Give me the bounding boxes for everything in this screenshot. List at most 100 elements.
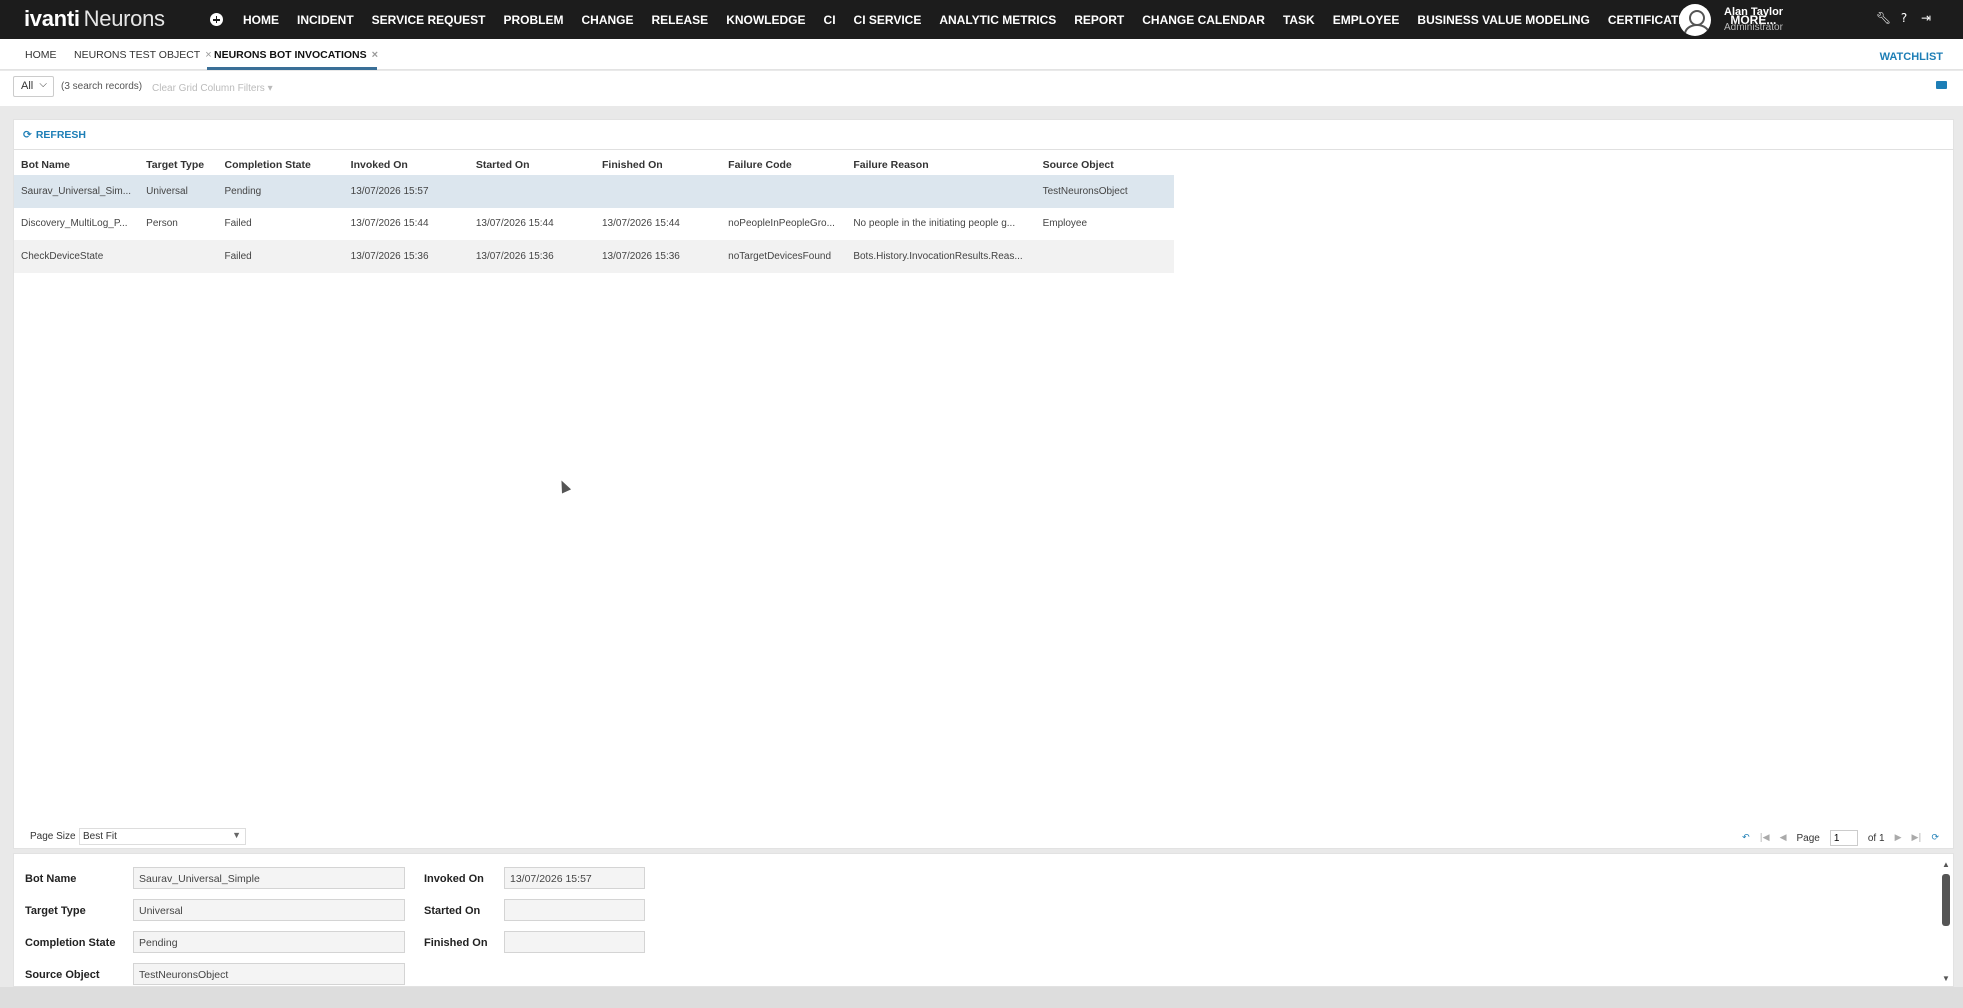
user-role: Administrator: [1724, 22, 1783, 33]
clear-grid-filters-link[interactable]: Clear Grid Column Filters ▾: [152, 83, 273, 94]
user-name[interactable]: Alan Taylor: [1724, 6, 1783, 18]
refresh-icon: ⟳: [23, 129, 32, 141]
nav-employee[interactable]: EMPLOYEE: [1333, 13, 1400, 27]
close-tab-icon[interactable]: ×: [205, 49, 211, 61]
nav-change[interactable]: CHANGE: [581, 13, 633, 27]
scroll-thumb[interactable]: [1942, 874, 1950, 926]
cell-source-object: [1035, 240, 1174, 273]
cell-target-type: Universal: [139, 175, 218, 208]
nav-task[interactable]: TASK: [1283, 13, 1315, 27]
last-page-icon[interactable]: ▶|: [1911, 833, 1921, 843]
nav-ci[interactable]: CI: [824, 13, 836, 27]
cell-failure-reason: [846, 175, 1036, 208]
undo-icon[interactable]: ↶: [1742, 833, 1750, 843]
first-page-icon[interactable]: |◀: [1760, 833, 1770, 843]
wrench-icon[interactable]: 🔧︎: [1876, 12, 1891, 24]
cell-finished-on: 13/07/2026 15:36: [595, 240, 722, 273]
refresh-button[interactable]: ⟳ REFRESH: [23, 129, 86, 141]
nav-home[interactable]: HOME: [243, 13, 279, 27]
scroll-down-icon[interactable]: ▼: [1942, 974, 1950, 983]
nav-change-calendar[interactable]: CHANGE CALENDAR: [1142, 13, 1265, 27]
col-started-on[interactable]: Started On: [469, 155, 595, 175]
source-object-label: Source Object: [25, 969, 100, 981]
nav-certificate[interactable]: CERTIFICATE: [1608, 13, 1686, 27]
page-number-input[interactable]: [1829, 830, 1858, 846]
cell-failure-code: noPeopleInPeopleGro...: [728, 218, 835, 230]
main-nav: HOME INCIDENT SERVICE REQUEST PROBLEM CH…: [243, 0, 1794, 39]
chevron-down-icon: ▼: [232, 830, 241, 840]
cell-completion-state: Failed: [224, 218, 252, 230]
filter-bar: All ⌵ (3 search records) Clear Grid Colum…: [0, 71, 1963, 106]
nav-report[interactable]: REPORT: [1074, 13, 1124, 27]
col-failure-reason[interactable]: Failure Reason: [846, 155, 1035, 175]
nav-service-request[interactable]: SERVICE REQUEST: [372, 13, 486, 27]
col-completion-state[interactable]: Completion State: [218, 155, 344, 175]
invoked-on-label: Invoked On: [424, 873, 484, 885]
page-label: Page: [1796, 832, 1820, 844]
next-page-icon[interactable]: ▶: [1895, 833, 1902, 843]
cell-started-on: 13/07/2026 15:36: [468, 240, 595, 273]
col-target-type[interactable]: Target Type: [139, 155, 217, 175]
cell-invoked-on: 13/07/2026 15:44: [350, 218, 429, 230]
started-on-field[interactable]: [504, 899, 645, 921]
page-size-label: Page Size: [30, 831, 76, 842]
nav-ci-service[interactable]: CI SERVICE: [854, 13, 922, 27]
bot-name-field[interactable]: Saurav_Universal_Simple: [133, 867, 405, 889]
grid-header-row: Bot Name Target Type Completion State In…: [14, 155, 1174, 175]
col-invoked-on[interactable]: Invoked On: [344, 155, 469, 175]
folder-icon[interactable]: [1936, 81, 1947, 89]
tab-neurons-test-object[interactable]: NEURONS TEST OBJECT ×: [74, 49, 212, 61]
cell-failure-code: [721, 175, 847, 208]
workspace-tabs: HOME NEURONS TEST OBJECT × NEURONS BOT IN…: [0, 39, 1963, 70]
cell-completion-state: Pending: [217, 175, 344, 208]
page-of-label: of 1: [1867, 832, 1885, 844]
grid-pager: Page Size Best Fit▼ ↶ |◀ ◀ Page of 1 ▶ ▶…: [14, 826, 1953, 848]
nav-knowledge[interactable]: KNOWLEDGE: [726, 13, 805, 27]
col-finished-on[interactable]: Finished On: [595, 155, 721, 175]
col-bot-name[interactable]: Bot Name: [14, 155, 139, 175]
source-object-field[interactable]: TestNeuronsObject: [133, 963, 405, 985]
finished-on-label: Finished On: [424, 937, 488, 949]
user-avatar[interactable]: [1679, 4, 1711, 36]
reload-icon[interactable]: ⟳: [1931, 833, 1939, 843]
close-tab-icon[interactable]: ×: [372, 49, 378, 61]
completion-state-label: Completion State: [25, 937, 116, 949]
finished-on-field[interactable]: [504, 931, 645, 953]
page-size-select[interactable]: Best Fit ▼: [79, 828, 246, 845]
detail-scrollbar[interactable]: ▲ ▼: [1942, 860, 1950, 983]
nav-problem[interactable]: PROBLEM: [503, 13, 563, 27]
invoked-on-field[interactable]: 13/07/2026 15:57: [504, 867, 645, 889]
target-type-field[interactable]: Universal: [133, 899, 405, 921]
scroll-up-icon[interactable]: ▲: [1942, 860, 1950, 869]
nav-analytic-metrics[interactable]: ANALYTIC METRICS: [939, 13, 1056, 27]
cell-bot-name: Discovery_MultiLog_P...: [21, 218, 128, 230]
table-row[interactable]: Saurav_Universal_Sim... Universal Pendin…: [14, 175, 1174, 208]
target-type-label: Target Type: [25, 905, 86, 917]
cell-invoked-on: 13/07/2026 15:57: [343, 175, 469, 208]
completion-state-field[interactable]: Pending: [133, 931, 405, 953]
pagination-controls: ↶ |◀ ◀ Page of 1 ▶ ▶| ⟳: [1742, 830, 1939, 846]
nav-business-value-modeling[interactable]: BUSINESS VALUE MODELING: [1417, 13, 1589, 27]
ivanti-neurons-logo[interactable]: ivanti Neurons: [24, 6, 165, 32]
cell-target-type: Person: [146, 218, 178, 230]
cell-bot-name: CheckDeviceState: [14, 240, 140, 273]
tab-neurons-bot-invocations[interactable]: NEURONS BOT INVOCATIONS ×: [214, 49, 378, 61]
table-row[interactable]: CheckDeviceState Failed 13/07/2026 15:36…: [14, 240, 1174, 273]
add-plus-icon[interactable]: [210, 13, 223, 26]
cell-failure-reason: Bots.History.InvocationResults.Reas...: [846, 240, 1036, 273]
col-failure-code[interactable]: Failure Code: [721, 155, 846, 175]
table-row[interactable]: Discovery_MultiLog_P... Person Failed 13…: [14, 208, 1174, 241]
nav-incident[interactable]: INCIDENT: [297, 13, 354, 27]
cell-bot-name: Saurav_Universal_Sim...: [14, 175, 140, 208]
detail-form: Bot Name Saurav_Universal_Simple Target …: [13, 853, 1954, 987]
col-source-object[interactable]: Source Object: [1036, 155, 1174, 175]
nav-release[interactable]: RELEASE: [652, 13, 709, 27]
help-icon[interactable]: ?: [1898, 12, 1910, 24]
scope-select[interactable]: All ⌵: [13, 76, 54, 97]
prev-page-icon[interactable]: ◀: [1780, 833, 1787, 843]
logout-icon[interactable]: ⇥: [1920, 12, 1932, 24]
watchlist-link[interactable]: WATCHLIST: [1880, 51, 1943, 63]
tab-home[interactable]: HOME: [25, 49, 57, 61]
cell-target-type: [139, 240, 218, 273]
cell-invoked-on: 13/07/2026 15:36: [343, 240, 469, 273]
